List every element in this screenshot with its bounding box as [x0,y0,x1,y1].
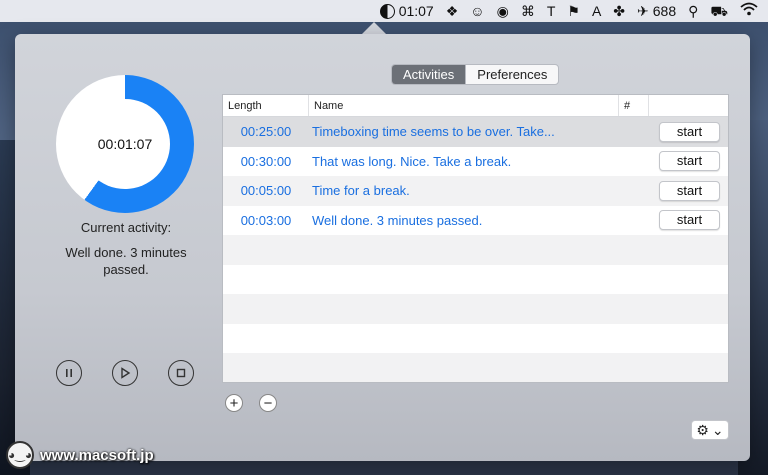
activity-length: 00:25:00 [240,124,292,140]
empty-table-row [223,235,728,265]
wifi-icon[interactable] [740,0,758,22]
activity-name: Time for a break. [312,183,410,199]
table-row[interactable]: 00:03:00 Well done. 3 minutes passed. st… [223,206,728,236]
plus-icon: + [229,394,239,412]
add-activity-button[interactable]: + [225,394,243,412]
column-header-action [649,95,728,116]
play-icon [121,367,131,379]
figure-icon[interactable]: ⚲ [688,0,698,22]
current-activity-text: Well done. 3 minutes passed. [65,245,187,277]
view-tabs: Activities Preferences [391,64,560,85]
timer-time: 00:01:07 [97,136,153,152]
line-icon[interactable]: ◉ [497,0,509,22]
start-button[interactable]: start [659,151,720,172]
text-icon[interactable]: T [547,0,556,22]
watermark: ◕‿◕ www.macsoft.jp [6,441,154,469]
timer-display: 00:01:07 [80,99,170,189]
a-icon[interactable]: A [592,0,601,22]
empty-table-row [223,265,728,295]
stop-icon [176,368,186,378]
minus-icon: − [263,394,273,412]
activity-length: 00:30:00 [240,153,292,169]
start-button[interactable]: start [659,180,720,201]
tab-activities[interactable]: Activities [392,65,466,84]
watermark-text: www.macsoft.jp [40,446,154,464]
activity-name: Timeboxing time seems to be over. Take..… [312,124,555,140]
popover-arrow [362,22,386,34]
activity-name: Well done. 3 minutes passed. [312,212,483,228]
menu-bar: 01:07 ❖ ☺ ◉ ⌘ T ⚑ A ✤ ✈ 688 ⚲ ⛟ [0,0,768,22]
activity-length: 00:03:00 [240,212,292,228]
alfred-icon[interactable]: ☺ [470,0,484,22]
remove-activity-button[interactable]: − [259,394,277,412]
pause-icon [66,369,72,377]
column-header-name[interactable]: Name [309,95,619,116]
badge-count: 688 [652,3,677,19]
column-header-count[interactable]: # [619,95,649,116]
flag-icon[interactable]: ⚑ [567,0,580,22]
table-row[interactable]: 00:25:00 Timeboxing time seems to be ove… [223,117,728,147]
start-button[interactable]: start [659,121,720,142]
column-header-length[interactable]: Length [223,95,309,116]
menubar-clock: 01:07 [398,3,434,19]
stop-button[interactable] [168,360,194,386]
activities-table: Length Name # 00:25:00 Timeboxing time s… [222,94,729,383]
plane-icon: ✈ [637,3,649,19]
chevron-down-icon: ⌄ [711,421,724,438]
dropbox-icon[interactable]: ❖ [446,0,459,22]
empty-table-row [223,324,728,354]
activity-length: 00:05:00 [240,183,292,199]
table-header: Length Name # [223,95,728,117]
tab-preferences[interactable]: Preferences [465,65,558,84]
plane-menu-item[interactable]: ✈ 688 [637,0,676,22]
start-button[interactable]: start [659,210,720,231]
current-activity-label: Current activity: [80,220,172,235]
timer-pie-icon [379,3,395,19]
empty-table-row [223,294,728,324]
settings-menu-button[interactable]: ⚙ ⌄ [691,420,729,440]
activity-name: That was long. Nice. Take a break. [312,153,512,169]
gear-icon: ⚙ [696,421,709,438]
watermark-logo: ◕‿◕ [6,441,34,469]
empty-table-row [223,353,728,382]
timer-menu-item[interactable]: 01:07 [379,0,434,22]
clover-icon[interactable]: ✤ [613,0,625,22]
train-icon[interactable]: ⛟ [710,0,728,22]
timer-progress-ring: 00:01:07 [56,75,194,213]
table-row[interactable]: 00:05:00 Time for a break. start [223,176,728,206]
table-row[interactable]: 00:30:00 That was long. Nice. Take a bre… [223,147,728,177]
pause-button[interactable] [56,360,82,386]
app-icon[interactable]: ⌘ [521,0,535,22]
play-button[interactable] [112,360,138,386]
